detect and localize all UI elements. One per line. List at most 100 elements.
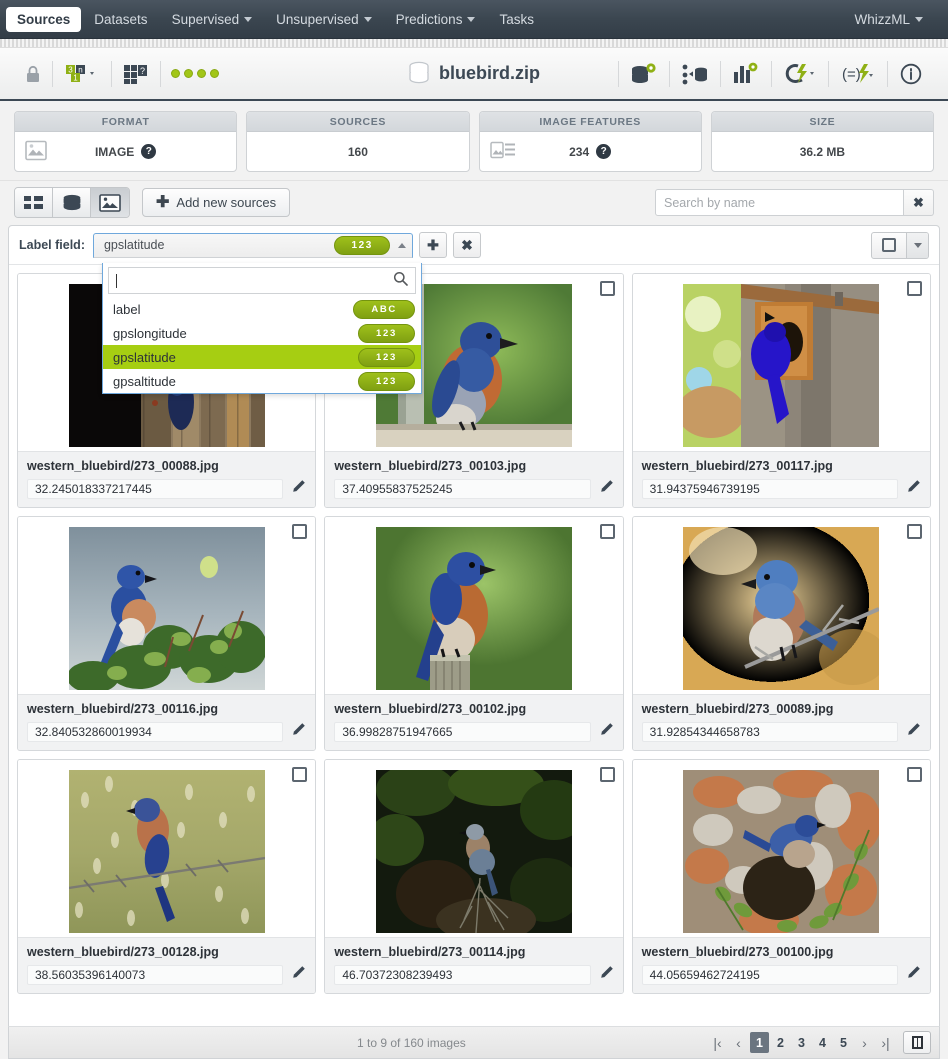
search-group: ✖ (655, 189, 934, 216)
image-card[interactable]: western_bluebird/273_00128.jpg 38.560353… (17, 759, 317, 994)
image-card-checkbox[interactable] (292, 767, 308, 782)
page-button-3[interactable]: 3 (792, 1032, 811, 1053)
search-input[interactable] (655, 189, 904, 216)
image-label-value[interactable]: 31.94375946739195 (641, 479, 898, 499)
add-new-sources-button[interactable]: ✚ Add new sources (142, 188, 291, 217)
field-types-icon[interactable]: 3 n 1 (53, 56, 111, 92)
nav-item-predictions[interactable]: Predictions (385, 7, 487, 32)
image-value-row: 37.40955837525245 (334, 479, 613, 499)
dropdown-option-gpslatitude[interactable]: gpslatitude 123 (103, 345, 421, 369)
image-card[interactable]: western_bluebird/273_00114.jpg 46.703723… (324, 759, 624, 994)
summary-card-body: IMAGE ? (15, 132, 236, 171)
nav-item-tasks[interactable]: Tasks (488, 7, 545, 32)
dropdown-option-label[interactable]: label ABC (103, 297, 421, 321)
image-card-checkbox[interactable] (907, 767, 922, 782)
summary-card-header: SOURCES (247, 112, 469, 132)
statistics-icon[interactable] (721, 56, 771, 92)
help-icon[interactable]: ? (141, 144, 157, 159)
page-button-2[interactable]: 2 (771, 1032, 790, 1053)
summary-card-body: 36.2 MB (712, 132, 933, 171)
dropdown-search-box[interactable] (108, 267, 416, 294)
edit-icon[interactable] (599, 722, 614, 742)
image-card-checkbox[interactable] (292, 524, 308, 539)
edit-icon[interactable] (599, 479, 614, 499)
nav-item-datasets[interactable]: Datasets (83, 7, 158, 32)
dropdown-option-gpslongitude[interactable]: gpslongitude 123 (103, 321, 421, 345)
checkbox-square (882, 238, 896, 252)
edit-icon[interactable] (906, 722, 921, 742)
summary-card-image-features: IMAGE FEATURES 234 ? (478, 111, 702, 172)
batch-source-icon[interactable] (670, 56, 720, 92)
flash-cluster-icon[interactable] (772, 56, 828, 92)
page-button-4[interactable]: 4 (813, 1032, 832, 1053)
nav-item-unsupervised[interactable]: Unsupervised (265, 7, 383, 32)
page-button-5[interactable]: 5 (834, 1032, 853, 1053)
image-card[interactable]: western_bluebird/273_00089.jpg 31.928543… (631, 516, 931, 751)
image-card-checkbox[interactable] (599, 281, 615, 296)
image-label-value[interactable]: 46.70372308239493 (334, 965, 591, 985)
image-card[interactable]: western_bluebird/273_00100.jpg 44.056594… (631, 759, 931, 994)
image-label-value[interactable]: 32.840532860019934 (27, 722, 284, 742)
edit-icon[interactable] (291, 479, 306, 499)
page-size-button[interactable] (903, 1031, 931, 1054)
image-card[interactable]: western_bluebird/273_00116.jpg 32.840532… (17, 516, 317, 751)
remove-label-field-button[interactable]: ✖ (452, 232, 481, 258)
edit-icon[interactable] (906, 479, 921, 499)
image-value-row: 38.56035396140073 (27, 965, 306, 985)
image-label-value[interactable]: 44.05659462724195 (641, 965, 898, 985)
view-toggle-composite[interactable] (53, 188, 91, 217)
info-icon[interactable] (888, 56, 934, 92)
edit-icon[interactable] (906, 965, 921, 985)
dataset-transform-icon[interactable]: ? (112, 56, 160, 92)
nav-item-sources[interactable]: Sources (6, 6, 82, 32)
page-button-1[interactable]: 1 (750, 1032, 769, 1053)
first-page-button[interactable]: |‹ (708, 1032, 727, 1053)
image-filename: western_bluebird/273_00128.jpg (27, 945, 219, 959)
create-dataset-icon[interactable] (619, 56, 669, 92)
image-card-checkbox[interactable] (907, 524, 922, 539)
image-filename: western_bluebird/273_00103.jpg (334, 459, 527, 473)
nav-item-whizzml[interactable]: WhizzML (843, 7, 934, 32)
image-label-value[interactable]: 32.245018337217445 (27, 479, 284, 499)
add-label-field-button[interactable]: ✚ (418, 232, 447, 258)
next-page-button[interactable]: › (855, 1032, 874, 1053)
summary-card-size: SIZE 36.2 MB (710, 111, 934, 172)
view-toggle-image[interactable] (91, 188, 129, 217)
image-card[interactable]: western_bluebird/273_00102.jpg 36.998287… (324, 516, 624, 751)
image-thumbnail-wrap (325, 760, 623, 937)
select-all-dropdown-toggle[interactable] (906, 232, 928, 258)
clear-search-button[interactable]: ✖ (904, 189, 934, 216)
help-icon[interactable]: ? (596, 144, 612, 159)
image-card-checkbox[interactable] (599, 524, 615, 539)
previous-page-button[interactable]: ‹ (729, 1032, 748, 1053)
select-all-checkbox[interactable] (872, 233, 906, 258)
chevron-down-icon (915, 17, 923, 23)
chevron-down-icon (467, 17, 476, 23)
image-card[interactable]: western_bluebird/273_00117.jpg 31.943759… (631, 273, 931, 508)
image-label-value[interactable]: 37.40955837525245 (334, 479, 591, 499)
image-card-checkbox[interactable] (907, 281, 922, 296)
thumbnail-bluebird-on-shrub-sky (68, 527, 265, 690)
nav-label: Unsupervised (276, 11, 359, 27)
last-page-button[interactable]: ›| (876, 1032, 895, 1053)
field-type-badge: ABC (353, 299, 415, 319)
script-flash-icon[interactable]: (=) (829, 56, 887, 92)
image-value-row: 31.92854344658783 (641, 722, 921, 742)
image-label-value[interactable]: 38.56035396140073 (27, 965, 284, 985)
label-field-select[interactable]: gpslatitude 123 (92, 232, 413, 258)
view-toggle-list[interactable] (15, 188, 53, 217)
edit-icon[interactable] (291, 722, 306, 742)
edit-icon[interactable] (291, 965, 306, 985)
dropdown-option-gpsaltitude[interactable]: gpsaltitude 123 (103, 369, 421, 393)
dropdown-option-name: gpsaltitude (113, 373, 176, 389)
lock-icon[interactable] (14, 56, 52, 92)
summary-card-body: 234 ? (480, 132, 701, 171)
image-card-checkbox[interactable] (599, 767, 615, 782)
image-label-value[interactable]: 36.99828751947665 (334, 722, 591, 742)
image-card-footer: western_bluebird/273_00117.jpg 31.943759… (632, 451, 930, 507)
plus-icon: ✚ (156, 193, 170, 211)
image-label-value[interactable]: 31.92854344658783 (641, 722, 898, 742)
nav-item-supervised[interactable]: Supervised (161, 7, 264, 32)
thumbnail-bluebird-on-branch-gold (683, 527, 880, 690)
edit-icon[interactable] (599, 965, 614, 985)
